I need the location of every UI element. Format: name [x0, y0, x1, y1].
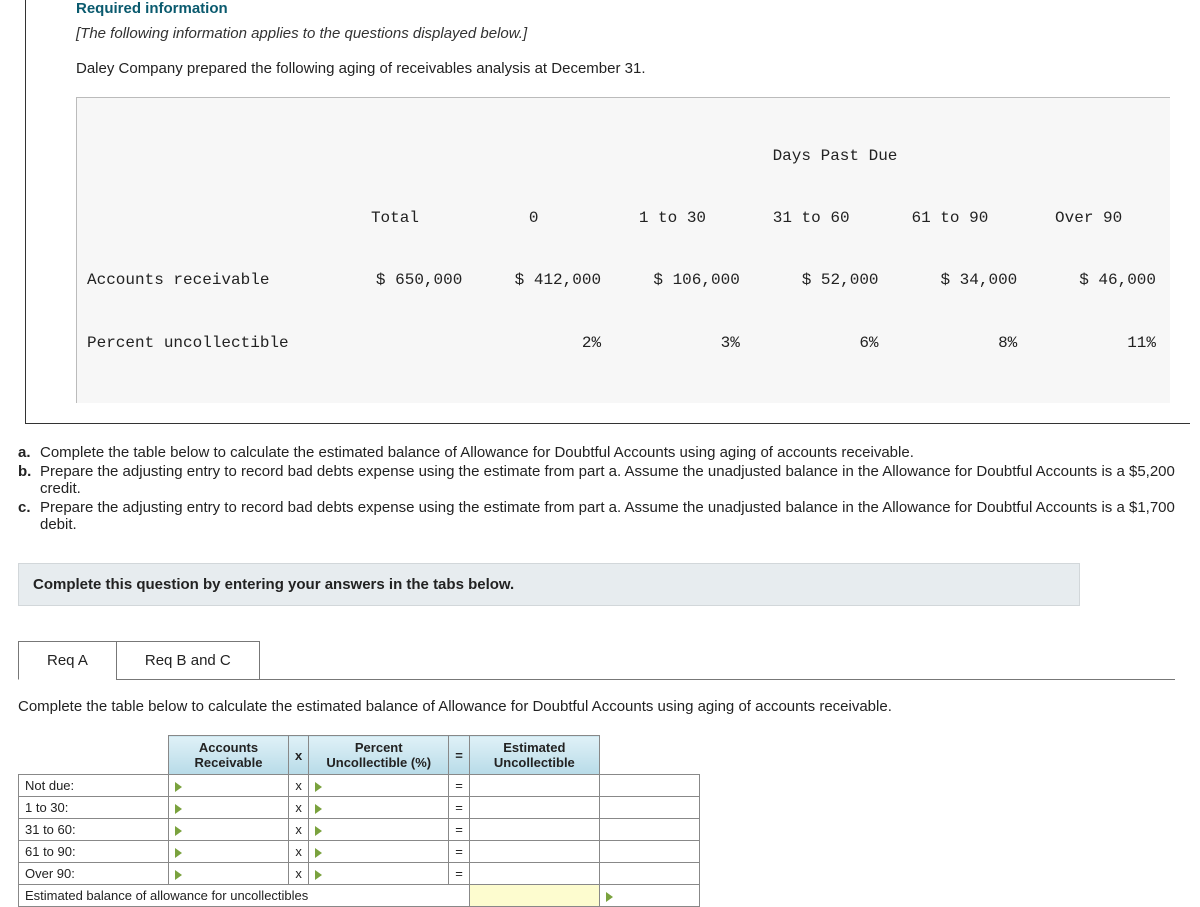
required-title: Required information: [76, 0, 1170, 17]
tab-req-b-c[interactable]: Req B and C: [116, 641, 260, 680]
input-ar-0[interactable]: [169, 775, 289, 797]
input-pct-2[interactable]: [309, 819, 449, 841]
out-est-0: [469, 775, 599, 797]
tab-a-content: Complete the table below to calculate th…: [18, 679, 1175, 907]
days-past-due-header: Days Past Due: [625, 146, 1045, 167]
row-total: Estimated balance of allowance for uncol…: [19, 885, 700, 907]
out-est-1: [469, 797, 599, 819]
aging-table: Days Past Due Total 0 1 to 30 31 to 60 6…: [76, 97, 1170, 403]
th-estimated: Estimated Uncollectible: [469, 736, 599, 775]
row-1-30: 1 to 30: x =: [19, 797, 700, 819]
footer-label: Estimated balance of allowance for uncol…: [19, 885, 470, 907]
th-percent: Percent Uncollectible (%): [309, 736, 449, 775]
row-over-90: Over 90: x =: [19, 863, 700, 885]
extra-cell[interactable]: [599, 885, 699, 907]
question-list: a.Complete the table below to calculate …: [0, 444, 1200, 533]
th-accounts-receivable: Accounts Receivable: [169, 736, 289, 775]
info-box: Required information [The following info…: [25, 0, 1190, 424]
out-total: [469, 885, 599, 907]
th-x: x: [289, 736, 309, 775]
input-ar-1[interactable]: [169, 797, 289, 819]
input-ar-2[interactable]: [169, 819, 289, 841]
tab-bar: Req A Req B and C: [18, 641, 1200, 680]
row-31-60: 31 to 60: x =: [19, 819, 700, 841]
tab-a-desc: Complete the table below to calculate th…: [18, 698, 1175, 715]
input-pct-1[interactable]: [309, 797, 449, 819]
input-pct-3[interactable]: [309, 841, 449, 863]
instruction-bar: Complete this question by entering your …: [18, 563, 1080, 606]
input-pct-4[interactable]: [309, 863, 449, 885]
answer-table: Accounts Receivable x Percent Uncollecti…: [18, 735, 700, 907]
row-not-due: Not due: x =: [19, 775, 700, 797]
tab-req-a[interactable]: Req A: [18, 641, 117, 680]
input-ar-3[interactable]: [169, 841, 289, 863]
out-est-4: [469, 863, 599, 885]
input-pct-0[interactable]: [309, 775, 449, 797]
th-eq: =: [449, 736, 470, 775]
out-est-2: [469, 819, 599, 841]
info-note: [The following information applies to th…: [76, 25, 1170, 42]
input-ar-4[interactable]: [169, 863, 289, 885]
intro-text: Daley Company prepared the following agi…: [76, 60, 1170, 77]
row-61-90: 61 to 90: x =: [19, 841, 700, 863]
out-est-3: [469, 841, 599, 863]
